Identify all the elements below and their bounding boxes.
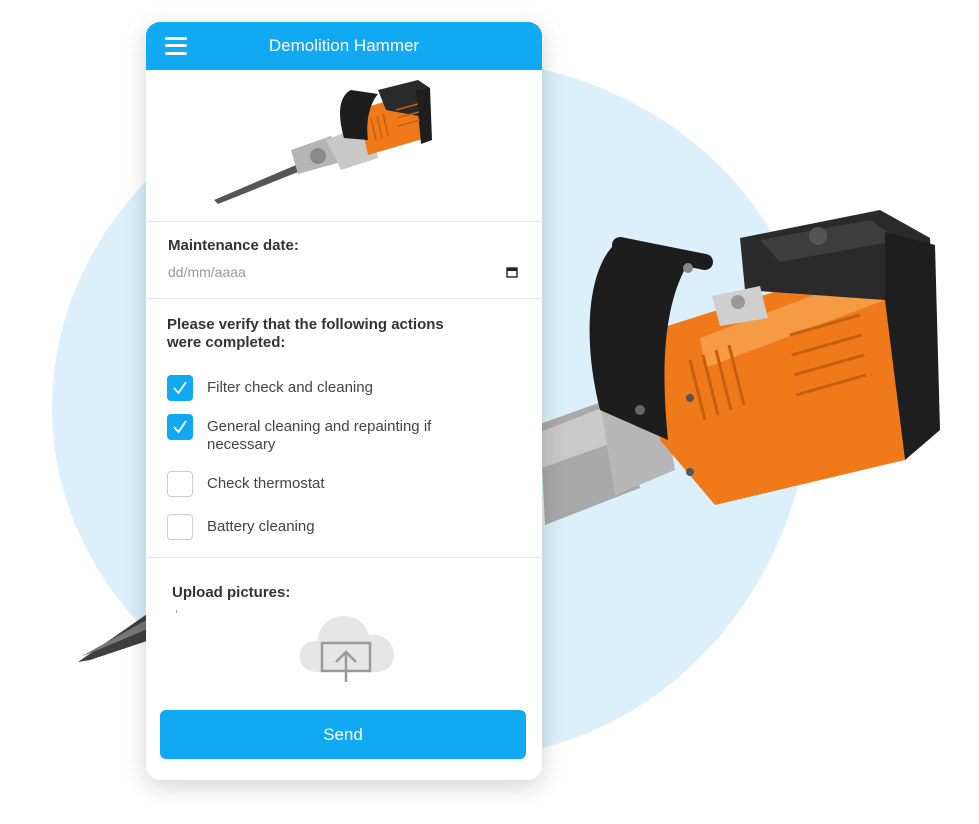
- checkbox-checked[interactable]: [167, 414, 193, 440]
- checklist-item-thermostat[interactable]: Check thermostat: [167, 471, 467, 497]
- verification-label: Please verify that the following actions…: [167, 316, 444, 351]
- hamburger-menu-icon[interactable]: [165, 37, 187, 55]
- upload-mark: [176, 610, 177, 613]
- upload-label: Upload pictures:: [172, 584, 291, 601]
- maintenance-date-section: Maintenance date: dd/mm/aaaa: [146, 222, 542, 299]
- maintenance-date-input[interactable]: dd/mm/aaaa: [168, 263, 518, 281]
- app-header: Demolition Hammer: [146, 22, 542, 70]
- date-placeholder: dd/mm/aaaa: [168, 264, 246, 280]
- hammer-product-image: [214, 80, 432, 204]
- verification-section: Please verify that the following actions…: [146, 299, 542, 558]
- checklist-item-label: Battery cleaning: [207, 518, 315, 535]
- calendar-icon[interactable]: [506, 266, 518, 278]
- checkbox-unchecked[interactable]: [167, 514, 193, 540]
- product-image-area: [146, 70, 542, 222]
- page-title: Demolition Hammer: [268, 36, 420, 55]
- send-button[interactable]: Send: [160, 710, 526, 759]
- checkmark-icon: [173, 381, 187, 395]
- cloud-upload-icon[interactable]: [296, 608, 398, 688]
- phone-mockup: Demolition Hammer Maintenance date: dd/m…: [146, 22, 542, 780]
- upload-section: Upload pictures:: [146, 558, 542, 692]
- checklist-item-cleaning[interactable]: General cleaning and repainting if neces…: [167, 414, 467, 454]
- maintenance-date-label: Maintenance date:: [168, 237, 299, 254]
- checklist-item-label: General cleaning and repainting if neces…: [207, 418, 432, 453]
- checklist-item-filter[interactable]: Filter check and cleaning: [167, 375, 467, 401]
- checklist-item-battery[interactable]: Battery cleaning: [167, 514, 467, 540]
- checkmark-icon: [173, 420, 187, 434]
- checkbox-checked[interactable]: [167, 375, 193, 401]
- checkbox-unchecked[interactable]: [167, 471, 193, 497]
- checklist-item-label: Filter check and cleaning: [207, 379, 373, 396]
- checklist-item-label: Check thermostat: [207, 475, 325, 492]
